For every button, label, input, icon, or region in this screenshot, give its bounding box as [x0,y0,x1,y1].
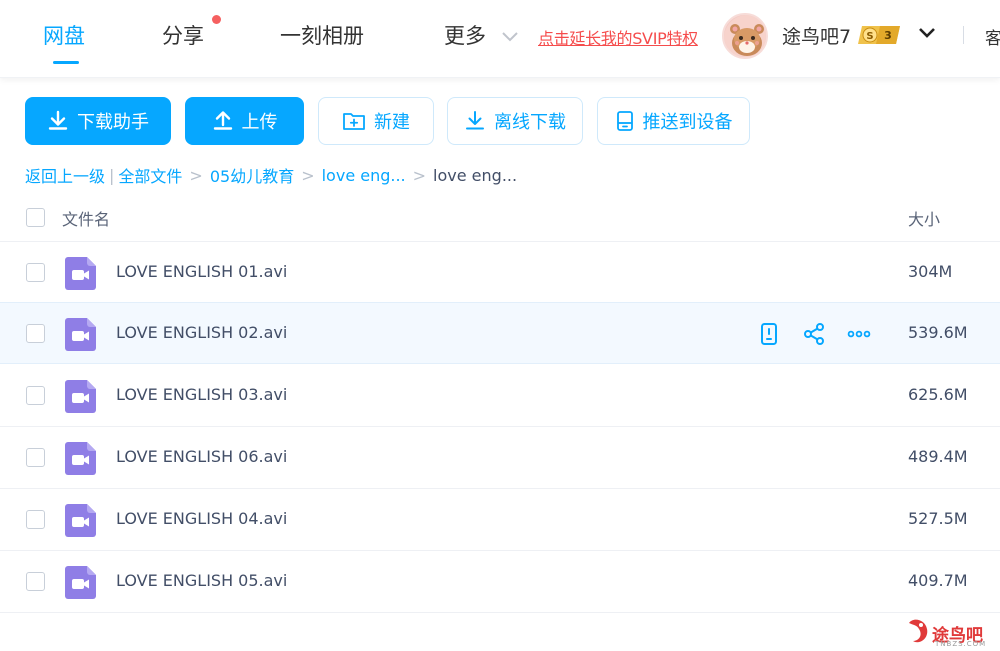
column-header-size[interactable]: 大小 [908,206,940,230]
table-row[interactable]: LOVE ENGLISH 05.avi 409.7M [0,551,1000,613]
file-size: 527.5M [908,509,968,528]
upload-icon [213,111,232,130]
file-name[interactable]: LOVE ENGLISH 02.avi [116,323,287,342]
video-file-icon [65,504,96,537]
breadcrumb-current: love eng... [433,165,518,185]
nav-tab-album[interactable]: 一刻相册 [280,20,364,50]
file-name[interactable]: LOVE ENGLISH 06.avi [116,447,287,466]
new-folder-label: 新建 [374,112,410,133]
new-folder-icon [343,113,365,130]
nav-tab-share[interactable]: 分享 [162,20,204,50]
video-file-icon [65,257,96,290]
table-row[interactable]: LOVE ENGLISH 02.avi 539.6M [0,302,1000,364]
user-menu-chevron-icon[interactable] [917,26,937,40]
file-size: 489.4M [908,447,968,466]
row-checkbox[interactable] [26,448,45,467]
share-icon[interactable] [802,322,826,346]
column-header-name[interactable]: 文件名 [62,206,110,230]
upload-button[interactable]: 上传 [185,97,304,145]
file-size: 625.6M [908,385,968,404]
device-icon [616,111,633,131]
offline-download-button[interactable]: 离线下载 [447,97,583,145]
select-all-checkbox[interactable] [26,208,45,227]
download-icon [48,110,68,130]
table-row[interactable]: LOVE ENGLISH 03.avi 625.6M [0,365,1000,427]
file-list-header: 文件名 大小 [0,192,1000,242]
file-size: 539.6M [908,323,968,342]
breadcrumb-level1[interactable]: 05幼儿教育 [210,163,294,187]
row-checkbox[interactable] [26,324,45,343]
breadcrumb-level2[interactable]: love eng... [322,166,406,185]
new-folder-button[interactable]: 新建 [318,97,434,145]
file-name[interactable]: LOVE ENGLISH 05.avi [116,571,287,590]
nav-tab-more[interactable]: 更多 [444,20,486,50]
svip-renew-link[interactable]: 点击延长我的SVIP特权 [538,25,698,49]
breadcrumb: 返回上一级 | 全部文件 > 05幼儿教育 > love eng... > lo… [25,163,517,187]
download-helper-label: 下载助手 [77,112,149,133]
row-checkbox[interactable] [26,572,45,591]
notification-dot [212,15,221,24]
svip-level-number: 3 [884,29,892,42]
nav-divider [963,26,964,44]
video-file-icon [65,566,96,599]
push-to-device-icon[interactable] [757,322,781,346]
avatar[interactable] [722,13,768,59]
avatar-hamster-icon [724,15,766,57]
file-size: 304M [908,262,953,281]
table-row[interactable]: LOVE ENGLISH 01.avi 304M [0,242,1000,304]
video-file-icon [65,380,96,413]
push-to-device-button[interactable]: 推送到设备 [597,97,750,145]
breadcrumb-separator: > [412,165,427,185]
download-helper-button[interactable]: 下载助手 [25,97,171,145]
row-checkbox[interactable] [26,510,45,529]
nav-client-link[interactable]: 客 [985,24,1000,49]
file-name[interactable]: LOVE ENGLISH 01.avi [116,262,287,281]
table-row[interactable]: LOVE ENGLISH 04.avi 527.5M [0,489,1000,551]
offline-download-icon [466,111,484,130]
breadcrumb-all-files[interactable]: 全部文件 [118,163,182,187]
username[interactable]: 途鸟吧7 [782,22,851,49]
breadcrumb-divider: | [109,165,115,185]
svip-letter: S [866,31,873,42]
row-checkbox[interactable] [26,386,45,405]
file-name[interactable]: LOVE ENGLISH 03.avi [116,385,287,404]
file-name[interactable]: LOVE ENGLISH 04.avi [116,509,287,528]
upload-label: 上传 [241,112,278,133]
watermark-subtext: TNBZS.COM [935,640,987,648]
top-navigation: 网盘 分享 一刻相册 更多 点击延长我的SVIP特权 途鸟吧7 S 3 客 [0,0,1000,78]
breadcrumb-separator: > [301,165,315,185]
chevron-down-icon[interactable] [502,32,518,42]
row-actions [757,322,871,346]
nav-tab-netdisk[interactable]: 网盘 [43,20,85,50]
file-size: 409.7M [908,571,968,590]
row-checkbox[interactable] [26,263,45,282]
active-tab-indicator [53,61,79,64]
more-icon[interactable] [847,322,871,346]
table-row[interactable]: LOVE ENGLISH 06.avi 489.4M [0,427,1000,489]
push-to-device-label: 推送到设备 [642,112,733,133]
video-file-icon [65,442,96,475]
offline-download-label: 离线下载 [494,112,566,133]
breadcrumb-back-link[interactable]: 返回上一级 [25,163,105,187]
video-file-icon [65,318,96,351]
svip-level-badge-icon: S 3 [858,26,900,44]
breadcrumb-separator: > [189,165,203,185]
